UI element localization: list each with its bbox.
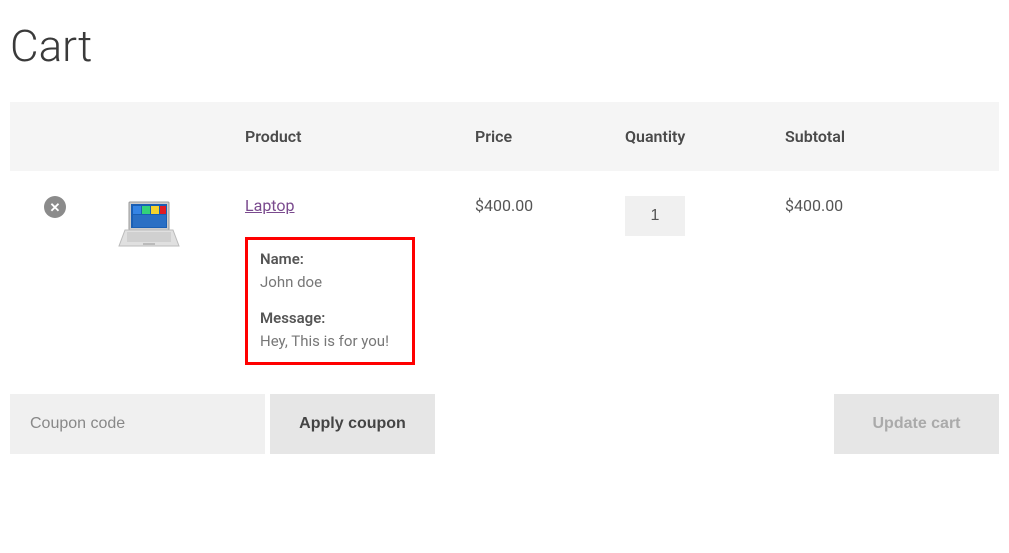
meta-message-label: Message: bbox=[260, 309, 400, 327]
col-quantity-header: Quantity bbox=[610, 102, 770, 171]
quantity-input[interactable] bbox=[625, 196, 685, 236]
spacer bbox=[435, 394, 834, 454]
product-meta-highlight: Name: John doe Message: Hey, This is for… bbox=[245, 237, 415, 365]
remove-item-button[interactable]: ✕ bbox=[44, 196, 66, 218]
product-name-link[interactable]: Laptop bbox=[245, 196, 295, 215]
update-cart-button[interactable]: Update cart bbox=[834, 394, 999, 454]
meta-name-value: John doe bbox=[260, 273, 400, 291]
cart-actions-row: Apply coupon Update cart bbox=[10, 392, 999, 454]
col-product-header: Product bbox=[230, 102, 460, 171]
item-price: $400.00 bbox=[475, 196, 533, 215]
product-thumbnail[interactable] bbox=[115, 196, 185, 251]
cart-table: Product Price Quantity Subtotal ✕ bbox=[10, 102, 999, 454]
apply-coupon-button[interactable]: Apply coupon bbox=[270, 394, 435, 454]
col-price-header: Price bbox=[460, 102, 610, 171]
laptop-icon bbox=[115, 196, 185, 251]
col-thumbnail-header bbox=[100, 102, 230, 171]
close-icon: ✕ bbox=[50, 201, 61, 214]
meta-name-label: Name: bbox=[260, 250, 400, 268]
page-title: Cart bbox=[10, 20, 999, 72]
cart-item-row: ✕ bbox=[10, 171, 999, 392]
coupon-code-input[interactable] bbox=[10, 394, 265, 454]
meta-message-value: Hey, This is for you! bbox=[260, 332, 400, 350]
col-subtotal-header: Subtotal bbox=[770, 102, 999, 171]
item-subtotal: $400.00 bbox=[785, 196, 843, 215]
col-remove-header bbox=[10, 102, 100, 171]
